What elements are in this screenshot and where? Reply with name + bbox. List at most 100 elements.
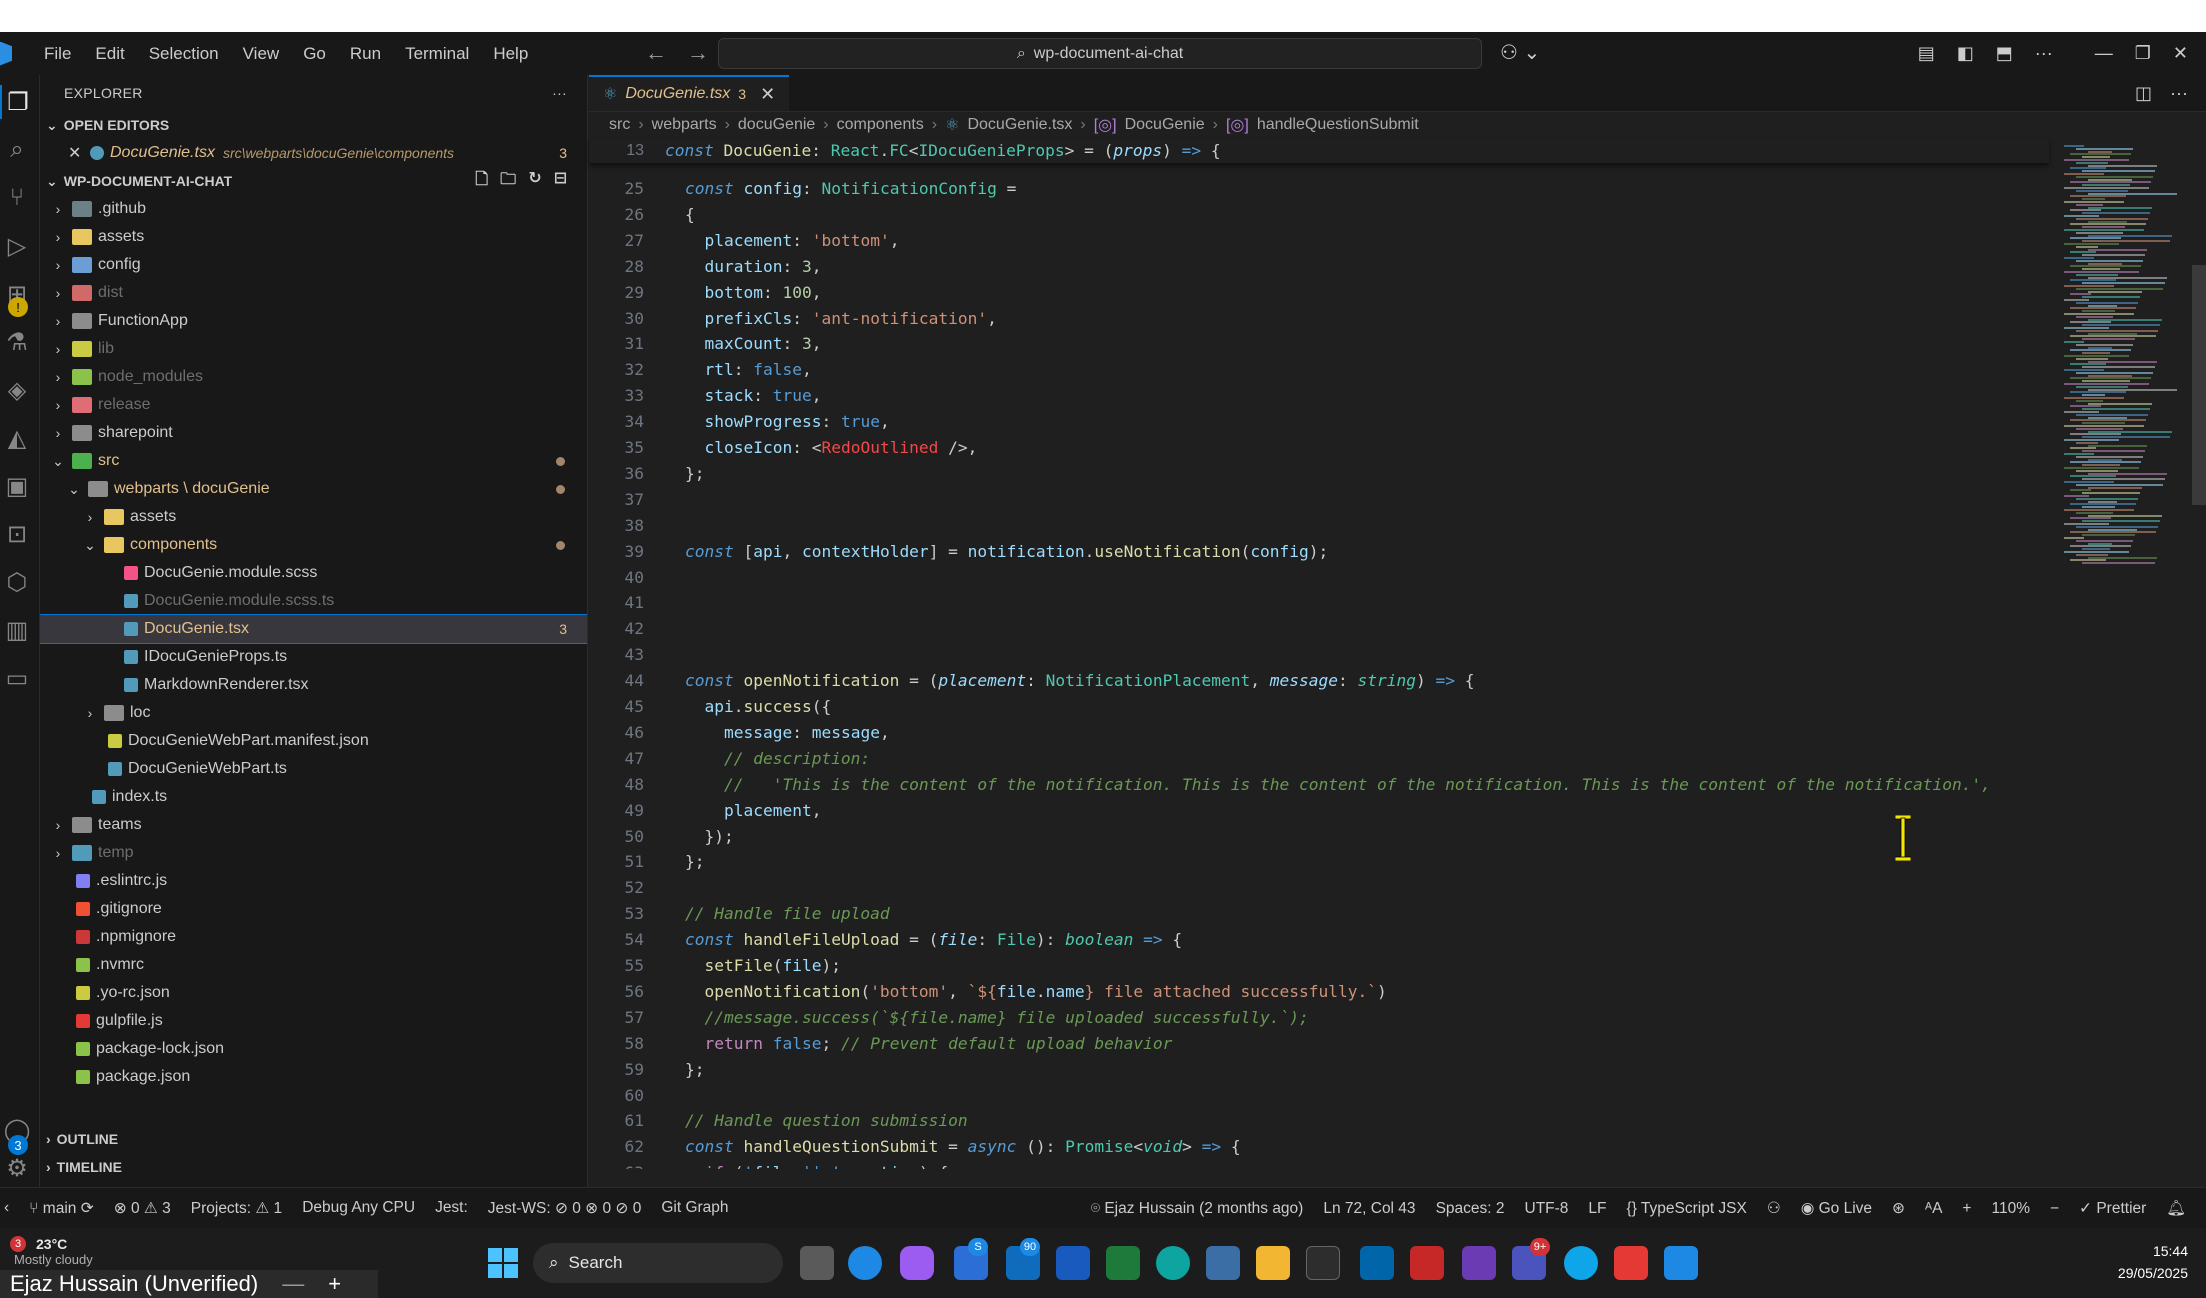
toggle-panel-icon[interactable]: ⬒ <box>1996 43 2013 64</box>
minimize-icon[interactable]: — <box>2095 43 2113 64</box>
explorer-icon[interactable]: ❐ <box>0 85 34 119</box>
split-editor-icon[interactable]: ◫ <box>2135 83 2152 104</box>
code-line[interactable]: 59}; <box>589 1058 2049 1082</box>
sql-app-icon[interactable] <box>1664 1246 1698 1280</box>
code-line[interactable]: 42 <box>589 617 2049 641</box>
tree-file[interactable]: MarkdownRenderer.tsx <box>40 671 587 699</box>
code-line[interactable]: 33 stack: true, <box>589 384 2049 408</box>
code-line[interactable]: 55 setFile(file); <box>589 954 2049 978</box>
breadcrumb-item[interactable]: src <box>609 116 630 134</box>
breadcrumb-item[interactable]: DocuGenie.tsx <box>967 116 1072 134</box>
git-blame[interactable]: ⌾ Ejaz Hussain (2 months ago) <box>1081 1200 1314 1218</box>
forward-arrow-icon[interactable]: → <box>687 40 709 66</box>
run-debug-icon[interactable]: ▷ <box>0 229 34 263</box>
code-line[interactable]: 27 placement: 'bottom', <box>589 229 2049 253</box>
ports-icon[interactable]: ⊛ <box>1882 1199 1915 1218</box>
encoding[interactable]: UTF-8 <box>1515 1200 1579 1218</box>
menu-run[interactable]: Run <box>338 44 393 64</box>
vscode-taskbar-icon[interactable] <box>1360 1246 1394 1280</box>
code-line[interactable]: 37 <box>589 488 2049 512</box>
pnp-icon[interactable]: ▣ <box>0 469 34 503</box>
code-line[interactable]: 40 <box>589 566 2049 590</box>
taskbar-search[interactable]: ⌕ Search <box>533 1243 783 1283</box>
tree-folder[interactable]: ⌄ src <box>40 447 587 475</box>
zoom-in-icon[interactable]: + <box>1952 1200 1981 1218</box>
code-line[interactable]: 61 // Handle question submission <box>589 1109 2049 1133</box>
code-line[interactable]: 28 duration: 3, <box>589 255 2049 279</box>
menu-go[interactable]: Go <box>291 44 338 64</box>
tree-folder[interactable]: › assets <box>40 503 587 531</box>
tree-folder[interactable]: › FunctionApp <box>40 307 587 335</box>
tab-docugenie[interactable]: ⚛ DocuGenie.tsx 3 ✕ <box>589 75 790 111</box>
restore-icon[interactable]: ❐ <box>2135 43 2151 64</box>
code-line[interactable]: 54 const handleFileUpload = (file: File):… <box>589 928 2049 952</box>
zoom-out-icon[interactable]: − <box>2040 1200 2069 1218</box>
code-line[interactable]: 41 <box>589 591 2049 615</box>
tree-file[interactable]: DocuGenieWebPart.manifest.json <box>40 727 587 755</box>
code-line[interactable]: 43 <box>589 643 2049 667</box>
file-explorer-icon[interactable] <box>1256 1246 1290 1280</box>
language-mode[interactable]: {} TypeScript JSX <box>1617 1200 1757 1218</box>
font-size-icon[interactable]: ᴬA <box>1915 1200 1952 1218</box>
edge-icon[interactable] <box>848 1246 882 1280</box>
calculator-icon[interactable] <box>1206 1246 1240 1280</box>
tab-close-icon[interactable]: ✕ <box>760 84 775 105</box>
manage-gear-icon[interactable]: ⚙ <box>0 1151 34 1185</box>
tree-file[interactable]: package.json <box>40 1063 587 1091</box>
source-control-icon[interactable]: ⑂ <box>0 181 34 215</box>
menu-edit[interactable]: Edit <box>83 44 136 64</box>
breadcrumb-item[interactable]: handleQuestionSubmit <box>1257 116 1419 134</box>
tree-folder[interactable]: › config <box>40 251 587 279</box>
azure-icon[interactable]: ◭ <box>0 421 34 455</box>
minimap[interactable] <box>2056 139 2206 1179</box>
tree-folder[interactable]: ⌄ components <box>40 531 587 559</box>
weather-widget[interactable]: 3 23°C Mostly cloudy <box>10 1236 93 1267</box>
jest-status[interactable]: Jest: <box>425 1199 478 1217</box>
tree-folder[interactable]: › lib <box>40 335 587 363</box>
debug-config[interactable]: Debug Any CPU <box>292 1199 425 1217</box>
menu-selection[interactable]: Selection <box>137 44 231 64</box>
menu-file[interactable]: File <box>32 44 83 64</box>
sidebar-section-timeline[interactable]: › TIMELINE <box>40 1153 587 1181</box>
code-line[interactable]: 52 <box>589 876 2049 900</box>
new-file-icon[interactable]: 🗋 <box>475 168 488 195</box>
system-clock[interactable]: 15:44 29/05/2025 <box>2118 1240 2188 1284</box>
git-graph-button[interactable]: Git Graph <box>651 1199 738 1217</box>
breadcrumb-item[interactable]: webparts <box>652 116 717 134</box>
menu-view[interactable]: View <box>231 44 292 64</box>
minimize-dash-icon[interactable]: — <box>282 1271 304 1297</box>
tree-folder[interactable]: › dist <box>40 279 587 307</box>
tree-file[interactable]: .gitignore <box>40 895 587 923</box>
code-line[interactable]: 53 // Handle file upload <box>589 902 2049 926</box>
tree-file[interactable]: index.ts <box>40 783 587 811</box>
tree-file[interactable]: gulpfile.js <box>40 1007 587 1035</box>
cortana-icon[interactable] <box>1564 1246 1598 1280</box>
chat-icon[interactable]: ▭ <box>0 661 34 695</box>
tree-file[interactable]: IDocuGenieProps.ts <box>40 643 587 671</box>
acrobat-icon[interactable] <box>1410 1246 1444 1280</box>
code-line[interactable]: 57 //message.success(`${file.name} file … <box>589 1006 2049 1030</box>
remote-icon[interactable]: ‹ <box>0 1199 19 1217</box>
snagit-icon[interactable] <box>1614 1246 1648 1280</box>
profile-strip[interactable]: Ejaz Hussain (Unverified) — + <box>0 1270 378 1298</box>
copilot-app-icon[interactable] <box>900 1246 934 1280</box>
code-line[interactable]: 31 maxCount: 3, <box>589 332 2049 356</box>
zoom-level[interactable]: 110% <box>1981 1200 2040 1218</box>
tree-file[interactable]: DocuGenie.module.scss.ts <box>40 587 587 615</box>
task-view-icon[interactable] <box>800 1246 834 1280</box>
editor-more-icon[interactable]: ··· <box>2170 83 2188 104</box>
tree-file[interactable]: package-lock.json <box>40 1035 587 1063</box>
command-center[interactable]: ⌕ wp-document-ai-chat <box>718 38 1482 69</box>
copilot-icon[interactable]: ⚇ ⌄ <box>1500 40 1540 65</box>
tree-file[interactable]: DocuGenieWebPart.ts <box>40 755 587 783</box>
toggle-sidebar-icon[interactable]: ◧ <box>1957 43 1974 64</box>
indentation[interactable]: Spaces: 2 <box>1426 1200 1515 1218</box>
menu-terminal[interactable]: Terminal <box>393 44 481 64</box>
close-icon[interactable]: ✕ <box>2173 43 2188 64</box>
branch-indicator[interactable]: ⑂ main ⟳ <box>19 1199 104 1218</box>
code-line[interactable]: 56 openNotification('bottom', `${file.na… <box>589 980 2049 1004</box>
cursor-position[interactable]: Ln 72, Col 43 <box>1313 1200 1425 1218</box>
code-editor[interactable]: 25 const config: NotificationConfig = 26 {2… <box>589 139 2049 1169</box>
testing-icon[interactable]: ⚗ <box>0 325 34 359</box>
tree-file[interactable]: .npmignore <box>40 923 587 951</box>
